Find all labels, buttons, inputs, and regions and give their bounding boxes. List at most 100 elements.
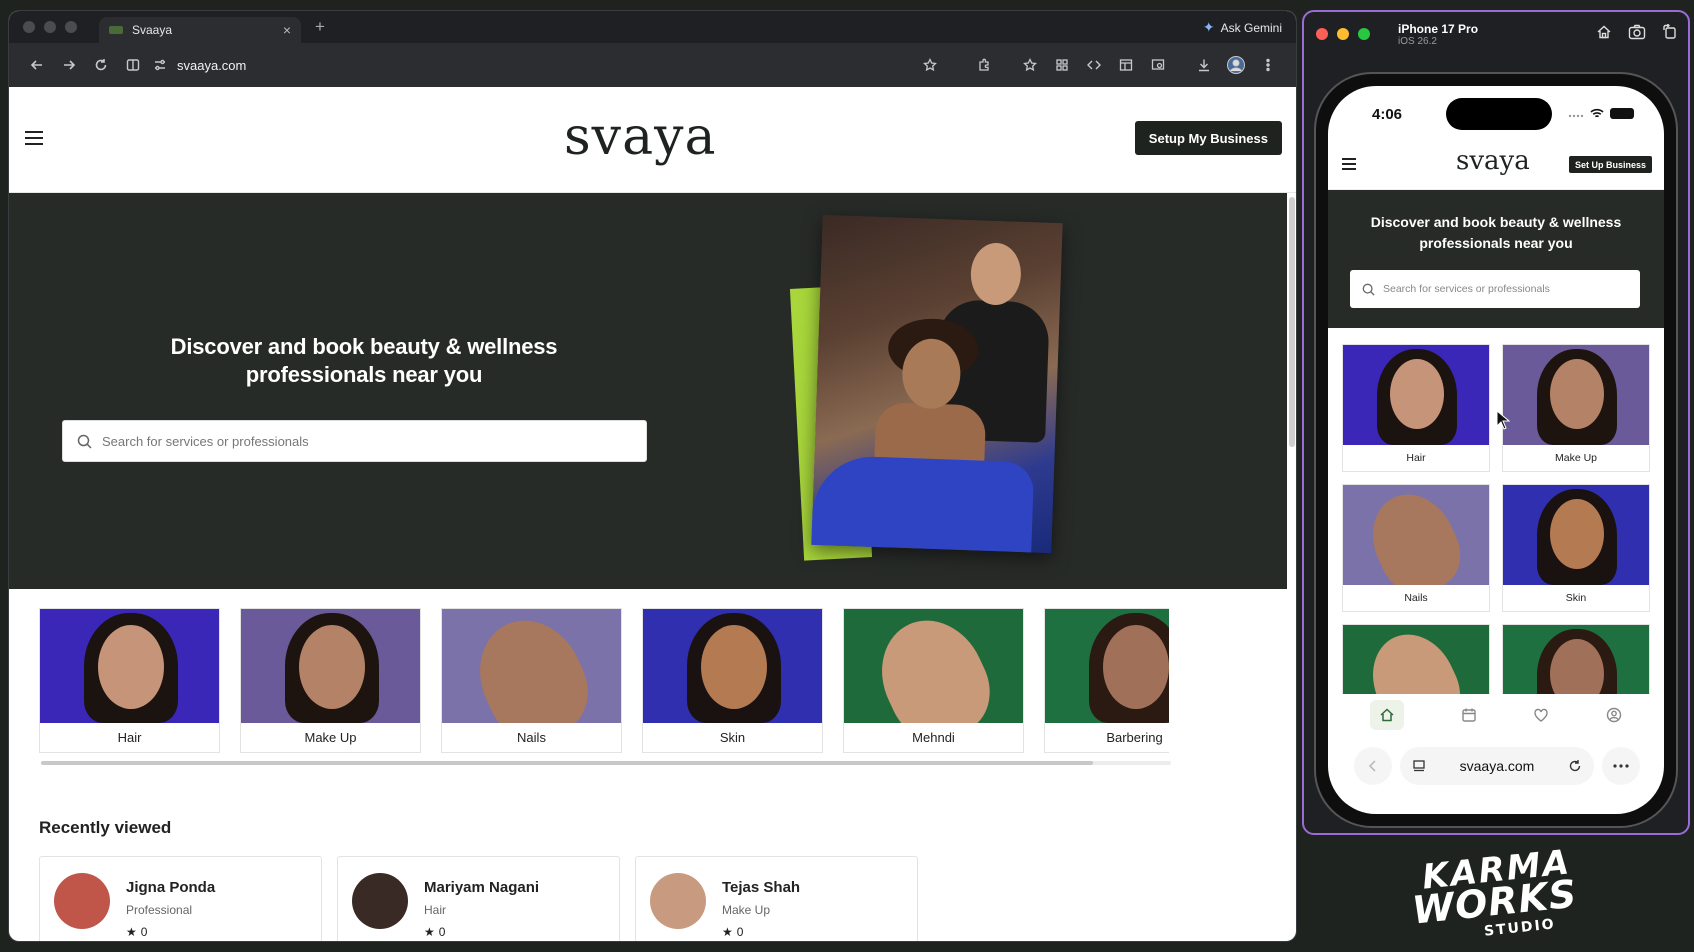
minimize-window-button[interactable] (1337, 28, 1349, 40)
forward-button[interactable] (53, 50, 85, 80)
hero-title: Discover and book beauty & wellness prof… (170, 334, 558, 387)
category-image (1503, 625, 1649, 694)
os-version: iOS 26.2 (1398, 36, 1437, 47)
search-input[interactable]: Search for services or professionals (1350, 270, 1640, 308)
profile-button[interactable] (1220, 50, 1252, 80)
category-image (1343, 345, 1489, 445)
browser-window: Svaaya × + ✦ Ask Gemini svaaya.com svaya… (9, 11, 1296, 941)
professional-name: Tejas Shah (722, 879, 801, 896)
professional-name: Mariyam Nagani (424, 879, 540, 896)
url-field[interactable]: svaaya.com (1400, 747, 1594, 785)
category-card-make-up[interactable]: Make Up (1502, 344, 1650, 472)
recently-viewed-card[interactable]: Mariyam Nagani Hair ★ 0 (337, 856, 620, 941)
more-button[interactable] (1602, 747, 1640, 785)
mobile-category-grid: Hair Make Up Nails Skin (1342, 344, 1652, 694)
back-button[interactable] (1354, 747, 1392, 785)
zoom-window-button[interactable] (65, 21, 77, 33)
screenshot-icon[interactable] (1628, 24, 1646, 40)
page-scrollbar[interactable] (1289, 197, 1295, 447)
gemini-spark-icon: ✦ (1202, 19, 1215, 35)
category-card-nails[interactable]: Nails (441, 608, 622, 753)
back-button[interactable] (21, 50, 53, 80)
download-icon (1199, 59, 1209, 72)
close-window-button[interactable] (1316, 28, 1328, 40)
category-card-skin[interactable]: Skin (642, 608, 823, 753)
site-logo[interactable]: svaya (1456, 146, 1530, 176)
calendar-icon[interactable] (1461, 707, 1477, 723)
category-label: Skin (719, 730, 746, 745)
tab-svaaya[interactable]: Svaaya × (99, 17, 301, 43)
profile-icon[interactable] (1606, 707, 1622, 723)
category-image (442, 609, 621, 723)
tab-close-icon[interactable]: × (283, 22, 291, 38)
minimize-window-button[interactable] (44, 21, 56, 33)
category-label: Hair (117, 730, 142, 745)
star-icon: ★ (722, 925, 733, 939)
tab-title: Svaaya (132, 23, 173, 37)
category-carousel: Hair Make Up Nails Skin Mehndi Barbering (39, 608, 1169, 756)
site-settings-icon[interactable] (153, 58, 167, 72)
downloads-button[interactable] (1188, 50, 1220, 80)
hero-collage-image (779, 214, 1109, 569)
reading-mode-button[interactable] (1142, 50, 1174, 80)
category-card-make-up[interactable]: Make Up (240, 608, 421, 753)
bookmark-button[interactable] (914, 50, 946, 80)
status-bar: 4:06 (1328, 86, 1664, 138)
carousel-scrollbar[interactable] (41, 761, 1171, 765)
reload-button[interactable] (85, 50, 117, 80)
category-label: Make Up (304, 730, 357, 745)
category-label: Nails (1404, 592, 1428, 604)
hamburger-menu-icon[interactable] (25, 131, 43, 149)
category-card-mehndi[interactable] (1342, 624, 1490, 694)
ask-gemini-button[interactable]: ✦ Ask Gemini (1203, 19, 1282, 36)
mobile-hero-section: Discover and book beauty & wellness prof… (1328, 190, 1664, 328)
screen-search-icon (1151, 59, 1165, 70)
hamburger-menu-icon[interactable] (1342, 158, 1356, 173)
address-bar[interactable]: svaaya.com (153, 58, 914, 73)
search-input[interactable]: Search for services or professionals (62, 420, 647, 462)
category-label: Make Up (1554, 452, 1597, 464)
simulator-title: iPhone 17 Pro iOS 26.2 (1398, 22, 1478, 47)
favicon-icon (109, 26, 123, 34)
home-icon[interactable] (1596, 24, 1612, 40)
simulator-title-bar: iPhone 17 Pro iOS 26.2 (1304, 12, 1688, 56)
extensions-button[interactable] (968, 50, 1000, 80)
new-tab-button[interactable]: + (315, 17, 325, 37)
category-card-barbering[interactable] (1502, 624, 1650, 694)
category-card-hair[interactable]: Hair (39, 608, 220, 753)
zoom-window-button[interactable] (1358, 28, 1370, 40)
puzzle-icon (979, 58, 989, 71)
category-card-mehndi[interactable]: Mehndi (843, 608, 1024, 753)
split-view-button[interactable] (117, 50, 149, 80)
rotate-icon[interactable] (1662, 24, 1678, 40)
url-text: svaaya.com (1459, 758, 1535, 774)
url-text: svaaya.com (177, 57, 247, 73)
rating-value: 0 (140, 925, 148, 939)
simulator-actions (1596, 24, 1678, 40)
site-logo[interactable]: svaya (564, 107, 716, 167)
recently-viewed-card[interactable]: Jigna Ponda Professional ★ 0 (39, 856, 322, 941)
category-card-nails[interactable]: Nails (1342, 484, 1490, 612)
reader-icon[interactable] (1412, 759, 1426, 773)
sidebar-button[interactable] (1110, 50, 1142, 80)
rating-value: 0 (438, 925, 446, 939)
favorites-button[interactable] (1014, 50, 1046, 80)
reload-icon[interactable] (1568, 759, 1582, 773)
carousel-scroll-thumb[interactable] (41, 761, 1093, 765)
close-window-button[interactable] (23, 21, 35, 33)
recently-viewed-card[interactable]: Tejas Shah Make Up ★ 0 (635, 856, 918, 941)
menu-button[interactable] (1252, 50, 1284, 80)
recently-viewed-title: Recently viewed (39, 818, 172, 837)
set-up-business-button[interactable]: Set Up Business (1568, 156, 1652, 173)
tab-home[interactable] (1370, 700, 1405, 730)
category-card-hair[interactable]: Hair (1342, 344, 1490, 472)
category-image (1343, 485, 1489, 585)
devtools-button[interactable] (1078, 50, 1110, 80)
setup-my-business-button[interactable]: Setup My Business (1134, 121, 1282, 155)
category-card-barbering[interactable]: Barbering (1044, 608, 1169, 753)
apps-button[interactable] (1046, 50, 1078, 80)
category-card-skin[interactable]: Skin (1502, 484, 1650, 612)
heart-icon[interactable] (1533, 707, 1549, 723)
browser-toolbar: svaaya.com (9, 43, 1296, 87)
category-image (844, 609, 1023, 723)
